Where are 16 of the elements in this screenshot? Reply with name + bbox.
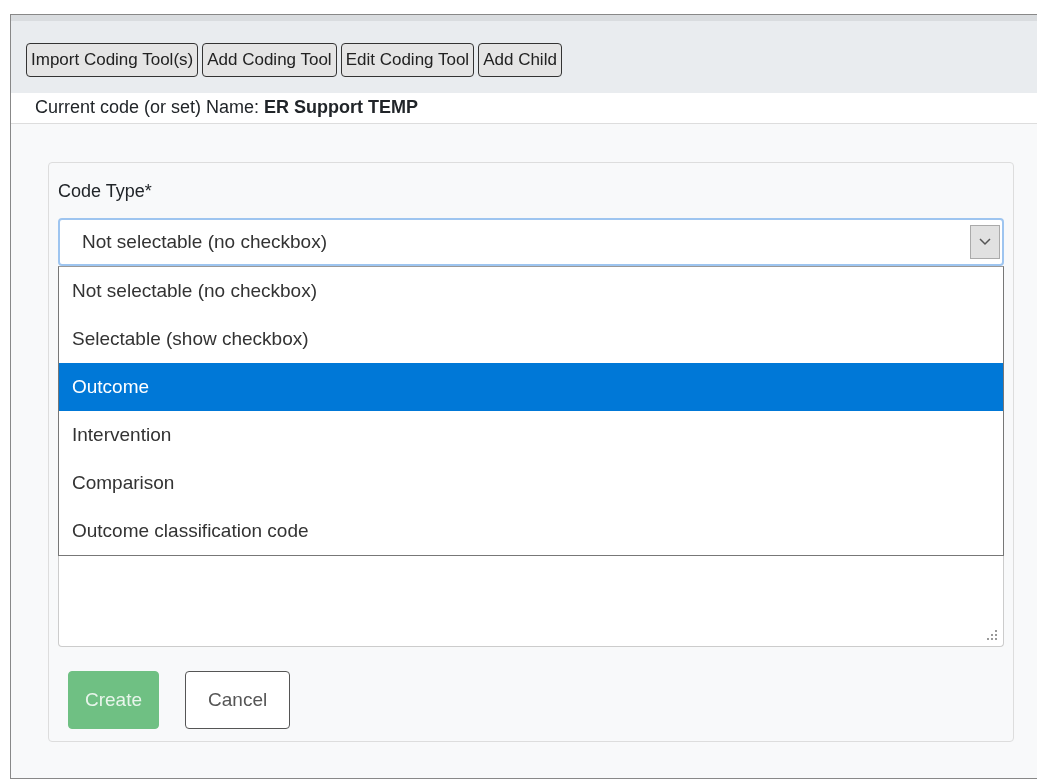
code-type-select[interactable]: Not selectable (no checkbox): [58, 218, 1004, 266]
dropdown-option[interactable]: Outcome classification code: [59, 507, 1003, 555]
caret-icon: [970, 225, 1000, 259]
toolbar-button[interactable]: Edit Coding Tool: [340, 43, 475, 77]
current-code-name: Current code (or set) Name: ER Support TEMP: [11, 93, 1037, 124]
dropdown-option[interactable]: Comparison: [59, 459, 1003, 507]
toolbar-button[interactable]: Add Coding Tool: [202, 43, 337, 77]
resize-grip-icon: [987, 630, 997, 640]
dropdown-option[interactable]: Intervention: [59, 411, 1003, 459]
dropdown-option[interactable]: Outcome: [59, 363, 1003, 411]
toolbar-button[interactable]: Import Coding Tool(s): [26, 43, 199, 77]
dropdown-option[interactable]: Selectable (show checkbox): [59, 315, 1003, 363]
dropdown-option[interactable]: Not selectable (no checkbox): [59, 267, 1003, 315]
field-label: Code Type*: [58, 181, 153, 202]
toolbar-button[interactable]: Add Child: [478, 43, 562, 77]
cancel-button[interactable]: Cancel: [185, 671, 291, 729]
